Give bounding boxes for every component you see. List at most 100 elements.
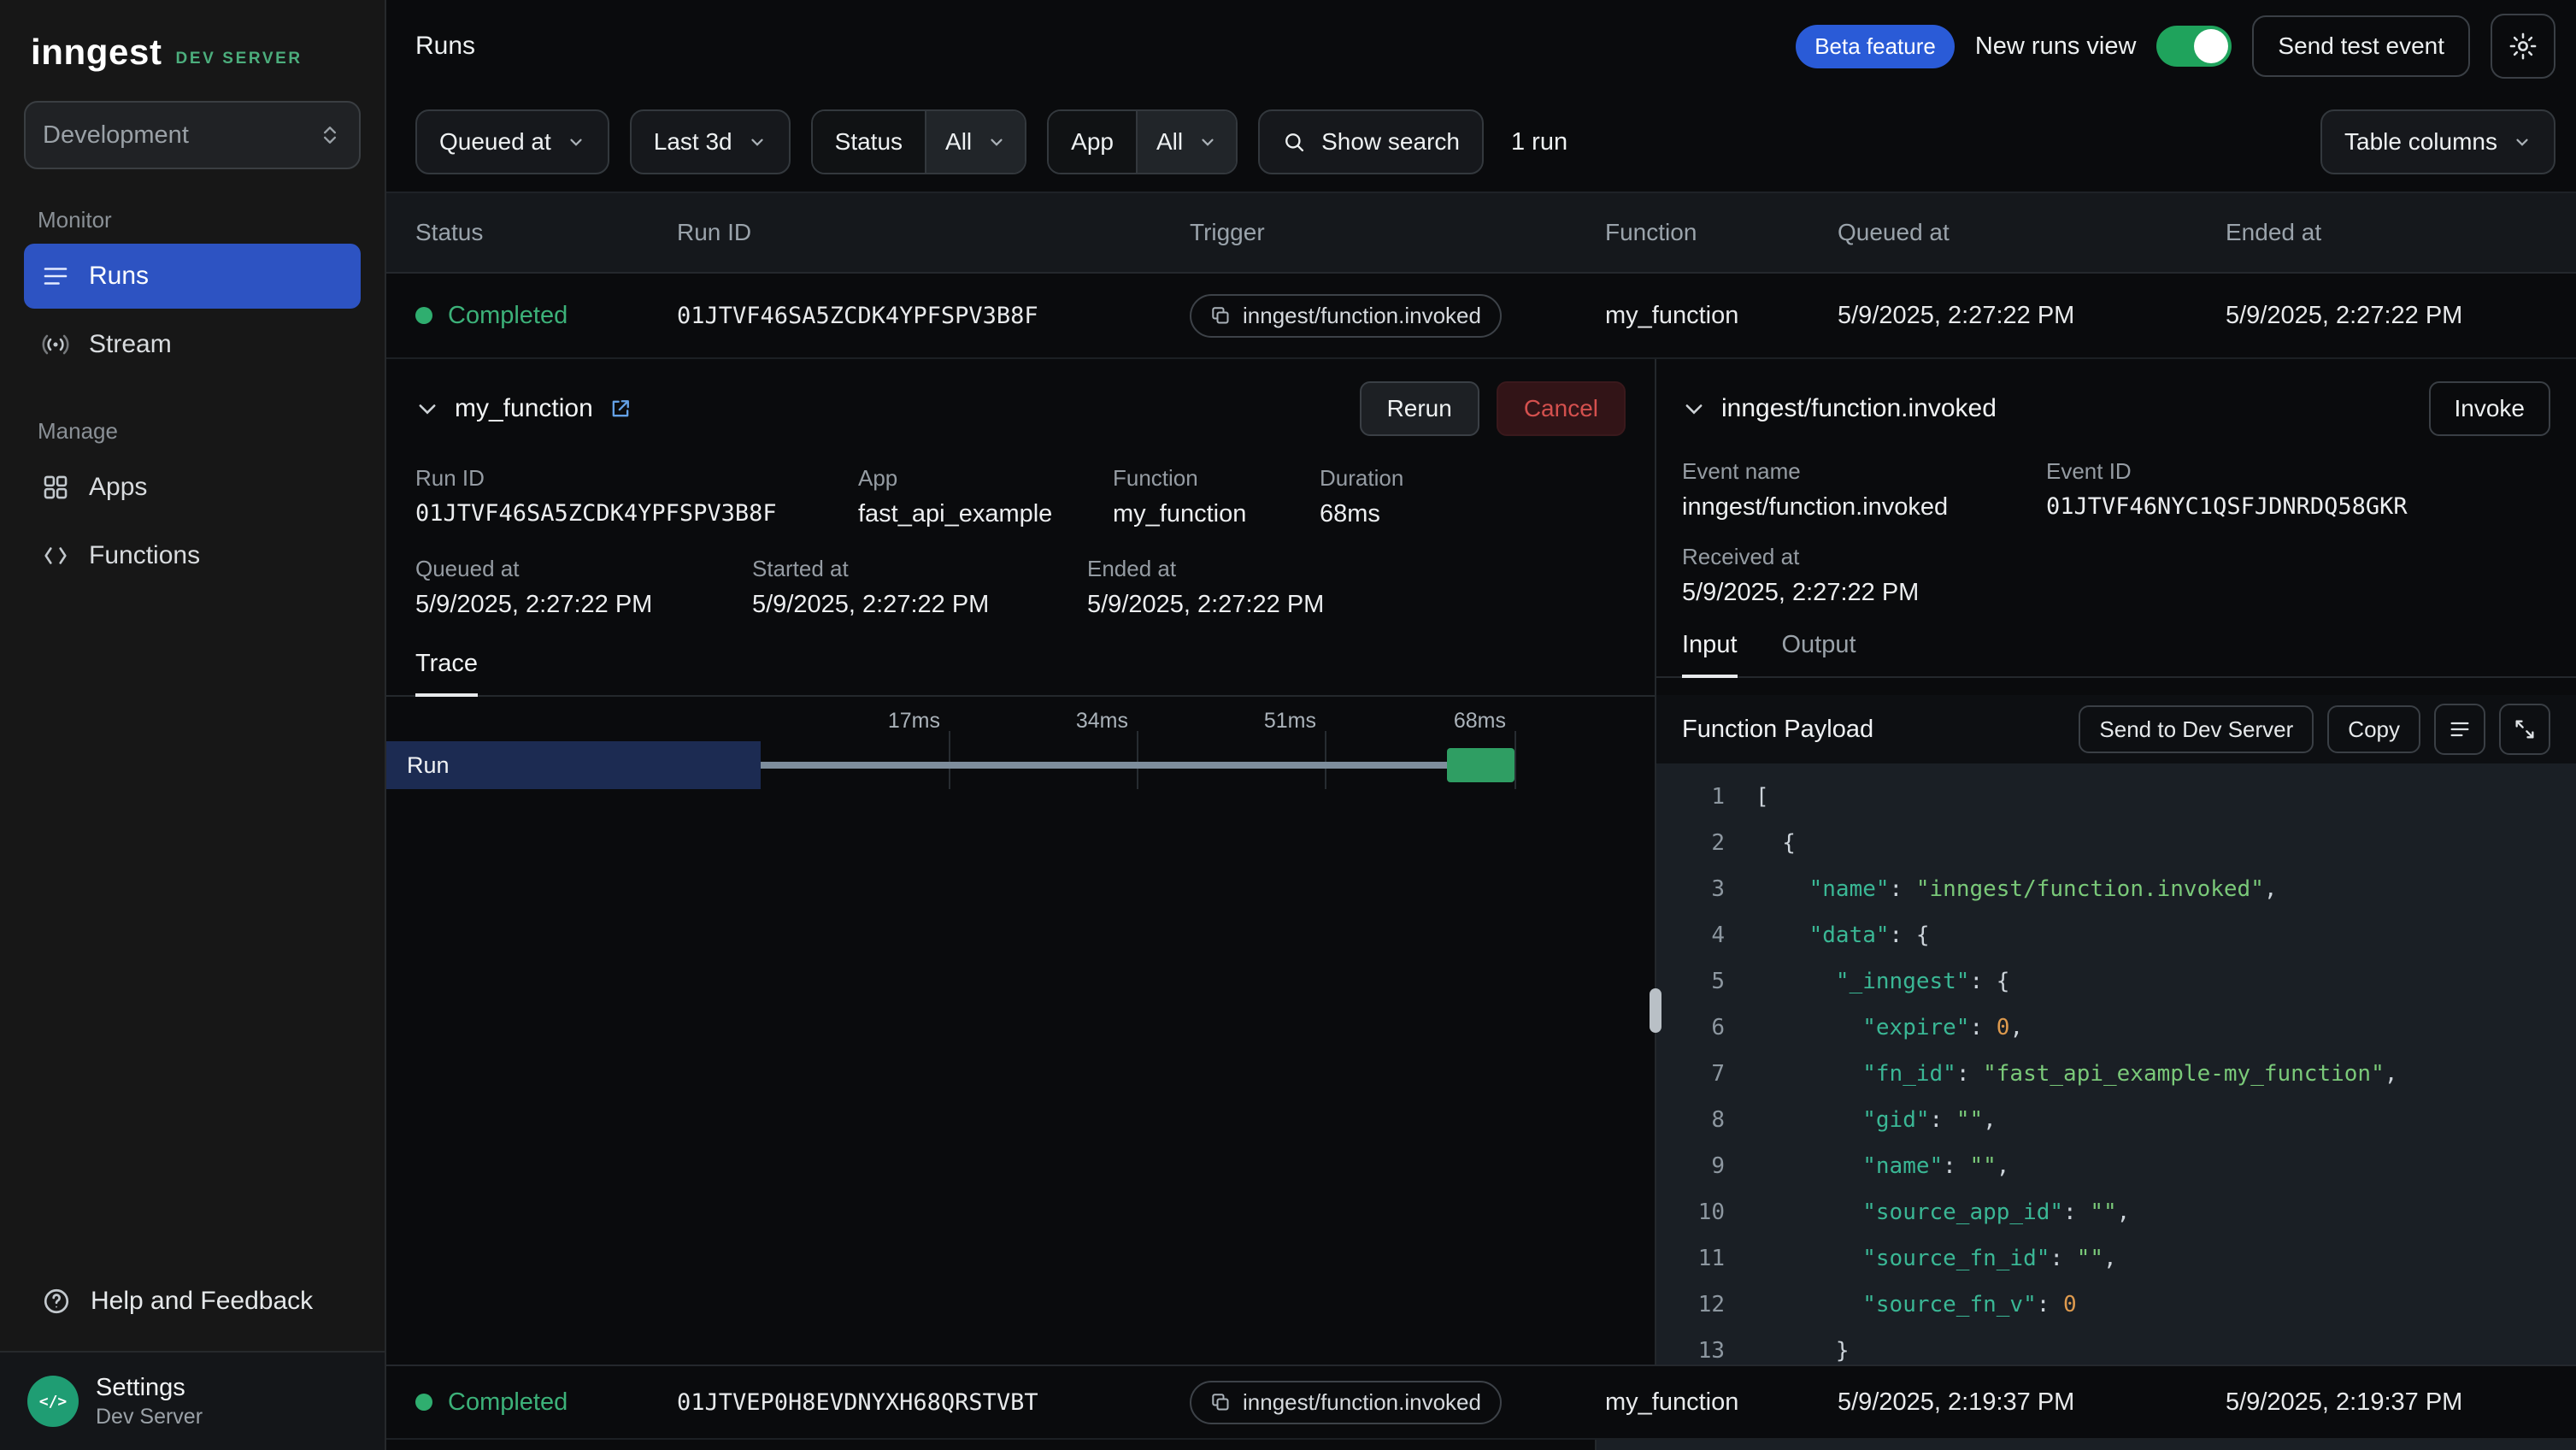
settings-subtitle: Dev Server (96, 1404, 203, 1430)
trigger-name: inngest/function.invoked (1243, 303, 1481, 329)
app-filter[interactable]: App All (1047, 109, 1238, 174)
pane-resize-handle[interactable] (1650, 988, 1661, 1033)
new-runs-view-toggle[interactable] (2156, 26, 2232, 67)
run-detail-title: my_function (455, 394, 593, 423)
ended-at-value: 5/9/2025, 2:27:22 PM (2226, 302, 2576, 330)
run-detail-split: my_function Rerun Cancel Run ID 01JTVF46… (386, 359, 2576, 1365)
sidebar-item-label: Apps (89, 473, 147, 502)
sidebar-item-functions[interactable]: Functions (24, 523, 361, 588)
settings-title: Settings (96, 1372, 203, 1403)
show-search-button[interactable]: Show search (1258, 109, 1484, 174)
sidebar-item-runs[interactable]: Runs (24, 244, 361, 309)
environment-select-value: Development (43, 121, 189, 150)
bottom-strip (386, 1440, 2576, 1450)
started-at-detail: 5/9/2025, 2:27:22 PM (752, 591, 1087, 619)
queued-at-value: 5/9/2025, 2:19:37 PM (1838, 1388, 2226, 1417)
question-circle-icon (41, 1286, 72, 1317)
function-link[interactable]: my_function (1113, 500, 1320, 528)
received-at-value: 5/9/2025, 2:27:22 PM (1682, 579, 1919, 607)
event-id-value: 01JTVF46NYC1QSFJDNRDQ58GKR (2046, 493, 2408, 520)
status-filter[interactable]: Status All (811, 109, 1027, 174)
status-dot (415, 307, 432, 324)
table-columns-button[interactable]: Table columns (2320, 109, 2555, 174)
copy-button[interactable]: Copy (2327, 705, 2420, 753)
run-id-value: 01JTVF46SA5ZCDK4YPFSPV3B8F (415, 500, 858, 527)
apps-grid-icon (41, 473, 70, 502)
sidebar-item-stream[interactable]: Stream (24, 312, 361, 377)
duration-value: 68ms (1320, 500, 1403, 528)
environment-select[interactable]: Development (24, 101, 361, 169)
column-header-function: Function (1605, 219, 1838, 246)
run-count: 1 run (1511, 128, 1567, 156)
queued-at-filter[interactable]: Queued at (415, 109, 609, 174)
expand-button[interactable] (2499, 704, 2550, 755)
app-filter-value: All (1156, 128, 1183, 156)
trigger-badge: inngest/function.invoked (1190, 1381, 1502, 1424)
column-header-queued-at: Queued at (1838, 219, 2226, 246)
table-columns-label: Table columns (2344, 128, 2497, 156)
queued-at-value: 5/9/2025, 2:27:22 PM (1838, 302, 2226, 330)
stacked-squares-icon (1210, 305, 1231, 326)
axis-tick-label: 68ms (1454, 709, 1514, 734)
trace-track (761, 741, 1514, 789)
code-line: 10 "source_app_id": "", (1656, 1189, 2576, 1235)
tab-input[interactable]: Input (1682, 631, 1738, 678)
cancel-button[interactable]: Cancel (1497, 381, 1626, 436)
run-id: 01JTVF46SA5ZCDK4YPFSPV3B8F (677, 303, 1190, 329)
sidebar-item-label: Stream (89, 330, 172, 359)
send-test-event-button[interactable]: Send test event (2252, 15, 2470, 77)
search-icon (1282, 130, 1306, 154)
section-label-monitor: Monitor (24, 207, 361, 233)
chevrons-up-down-icon (318, 123, 342, 147)
ended-at-value: 5/9/2025, 2:19:37 PM (2226, 1388, 2576, 1417)
code-line: 8 "gid": "", (1656, 1097, 2576, 1143)
invoke-button[interactable]: Invoke (2429, 381, 2551, 436)
field-label: Started at (752, 556, 1087, 582)
tab-trace[interactable]: Trace (415, 650, 478, 697)
collapse-chevron-icon[interactable] (415, 397, 439, 421)
time-range-filter[interactable]: Last 3d (630, 109, 791, 174)
chevron-down-icon (987, 133, 1006, 151)
table-row-run-2[interactable]: Completed 01JTVEP0H8EVDNYXH68QRSTVBT inn… (386, 1365, 2576, 1440)
gear-icon (2508, 31, 2538, 62)
tab-output[interactable]: Output (1782, 631, 1856, 678)
field-label: Duration (1320, 465, 1403, 492)
beta-feature-badge: Beta feature (1796, 25, 1955, 68)
runs-table-header: Status Run ID Trigger Function Queued at… (386, 192, 2576, 274)
app-link[interactable]: fast_api_example (858, 500, 1113, 528)
code-line: 3 "name": "inngest/function.invoked", (1656, 866, 2576, 912)
run-id: 01JTVEP0H8EVDNYXH68QRSTVBT (677, 1389, 1190, 1416)
sidebar: inngest DEV SERVER Development Monitor R… (0, 0, 386, 1450)
settings-footer[interactable]: </> Settings Dev Server (0, 1351, 385, 1450)
ended-at-detail: 5/9/2025, 2:27:22 PM (1087, 591, 1324, 619)
functions-icon (41, 541, 70, 570)
code-line: 11 "source_fn_id": "", (1656, 1235, 2576, 1282)
send-to-dev-server-button[interactable]: Send to Dev Server (2079, 705, 2314, 753)
rerun-button[interactable]: Rerun (1360, 381, 1479, 436)
dev-server-badge: DEV SERVER (176, 50, 303, 70)
app-filter-label: App (1049, 111, 1136, 173)
settings-gear-button[interactable] (2491, 14, 2555, 79)
code-line: 1[ (1656, 774, 2576, 820)
axis-tick-label: 17ms (888, 709, 949, 734)
word-wrap-button[interactable] (2434, 704, 2485, 755)
sidebar-item-apps[interactable]: Apps (24, 455, 361, 520)
help-and-feedback[interactable]: Help and Feedback (24, 1269, 361, 1351)
trace-timeline: 17ms 34ms 51ms 68ms Run (386, 697, 1655, 1365)
trace-row-run[interactable]: Run (386, 741, 1655, 789)
field-label: Received at (1682, 544, 1919, 570)
column-header-run-id: Run ID (677, 219, 1190, 246)
field-label: Event name (1682, 458, 2046, 485)
axis-tick-label: 34ms (1076, 709, 1137, 734)
trace-span-label[interactable]: Run (386, 741, 761, 789)
table-row-run-1[interactable]: Completed 01JTVF46SA5ZCDK4YPFSPV3B8F inn… (386, 274, 2576, 359)
collapse-chevron-icon[interactable] (1682, 397, 1706, 421)
external-link-icon[interactable] (609, 397, 632, 421)
dev-server-avatar: </> (27, 1376, 79, 1427)
new-runs-view-label: New runs view (1975, 32, 2137, 61)
queued-at-detail: 5/9/2025, 2:27:22 PM (415, 591, 752, 619)
trigger-badge: inngest/function.invoked (1190, 294, 1502, 338)
page-title: Runs (415, 32, 475, 61)
payload-title: Function Payload (1682, 716, 1873, 744)
stream-icon (41, 330, 70, 359)
